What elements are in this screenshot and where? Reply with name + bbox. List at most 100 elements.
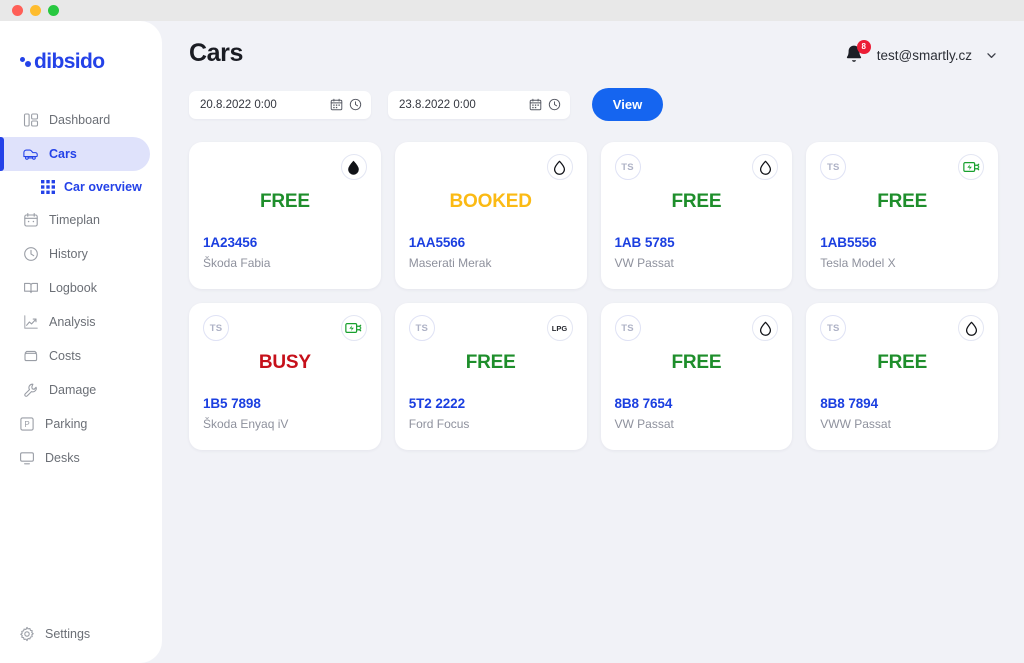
sidebar-item-costs[interactable]: Costs — [0, 339, 150, 373]
user-menu-chevron[interactable] — [985, 49, 998, 62]
notifications-button[interactable]: 8 — [844, 40, 871, 66]
car-card[interactable]: TS FREE 1AB 5785 VW Passat — [600, 142, 793, 289]
sidebar-item-cars[interactable]: Cars — [0, 137, 150, 171]
car-card[interactable]: FREE 1A23456 Škoda Fabia — [189, 142, 381, 289]
avatar[interactable]: TS — [408, 315, 435, 341]
car-plate: 8B8 7894 — [820, 396, 878, 411]
cars-grid: FREE 1A23456 Škoda Fabia BOOKED 1AA5566 Maser… — [189, 142, 998, 450]
view-button[interactable]: View — [592, 88, 663, 121]
date-from-field[interactable]: 20.8.2022 0:00 — [189, 90, 371, 119]
user-area: 8 test@smartly.cz — [844, 39, 998, 66]
car-card[interactable]: TS FREE 1AB5556 Tesla Model X — [806, 142, 998, 289]
clock-icon[interactable] — [548, 98, 561, 111]
status-badge: FREE — [877, 352, 928, 373]
svg-text:P: P — [24, 420, 29, 429]
parking-icon: P — [18, 416, 35, 433]
car-card[interactable]: TS FREE 8B8 7654 VW Passat — [600, 303, 793, 450]
fuel-type-badge[interactable] — [752, 315, 779, 341]
car-card-header: TS — [614, 154, 779, 181]
car-plate: 5T2 2222 — [408, 396, 465, 411]
sidebar-item-analysis[interactable]: Analysis — [0, 305, 150, 339]
sidebar: dibsido Dashboard Cars Car overview Time… — [0, 21, 162, 663]
car-model: Škoda Fabia — [203, 256, 271, 270]
car-plate: 1B5 7898 — [203, 396, 261, 411]
date-to-value[interactable]: 23.8.2022 0:00 — [399, 99, 523, 111]
car-card[interactable]: BOOKED 1AA5566 Maserati Merak — [394, 142, 587, 289]
car-model: Ford Focus — [408, 417, 470, 431]
car-model: VW Passat — [614, 256, 674, 270]
sidebar-nav: Dashboard Cars Car overview Timeplan His… — [0, 103, 162, 475]
fuel-type-badge[interactable] — [958, 315, 984, 341]
drop-filled-icon — [348, 160, 360, 175]
sidebar-item-desks[interactable]: Desks — [0, 441, 150, 475]
logo-text: dibsido — [34, 50, 105, 73]
car-card[interactable]: TS BUSY 1B5 7898 Škoda Enyaq iV — [189, 303, 381, 450]
filter-bar: 20.8.2022 0:00 23.8.2022 0:00 View — [189, 88, 998, 121]
clock-icon — [22, 246, 39, 263]
avatar[interactable]: TS — [614, 154, 641, 180]
fuel-type-badge[interactable] — [752, 154, 779, 180]
electric-icon — [345, 323, 362, 333]
sidebar-item-label: Analysis — [49, 315, 96, 329]
car-plate: 8B8 7654 — [614, 396, 673, 411]
sidebar-item-label: Desks — [45, 451, 80, 465]
fuel-type-badge[interactable] — [958, 154, 984, 180]
status-badge: FREE — [259, 191, 310, 212]
sidebar-item-timeplan[interactable]: Timeplan — [0, 203, 150, 237]
sidebar-item-settings[interactable]: Settings — [0, 617, 150, 651]
app-logo[interactable]: dibsido — [0, 21, 162, 81]
sidebar-item-damage[interactable]: Damage — [0, 373, 150, 407]
sidebar-item-label: Costs — [49, 349, 81, 363]
calendar-icon[interactable] — [330, 98, 343, 111]
grid-icon — [40, 180, 55, 195]
sidebar-item-label: Timeplan — [49, 213, 100, 227]
calendar-icon[interactable] — [529, 98, 542, 111]
sidebar-item-parking[interactable]: P Parking — [0, 407, 150, 441]
car-card[interactable]: TS FREE 8B8 7894 VWW Passat — [806, 303, 998, 450]
car-icon — [22, 146, 39, 163]
car-model: Maserati Merak — [408, 256, 492, 270]
fuel-type-badge[interactable] — [546, 154, 573, 180]
sidebar-item-label: Car overview — [64, 180, 142, 194]
car-card-header: TS — [203, 315, 367, 342]
clock-icon[interactable] — [349, 98, 362, 111]
sidebar-item-car-overview[interactable]: Car overview — [0, 171, 162, 203]
sidebar-item-history[interactable]: History — [0, 237, 150, 271]
car-card-header — [203, 154, 367, 181]
minimize-window-button[interactable] — [30, 5, 41, 16]
fuel-type-badge[interactable]: LPG — [546, 315, 573, 341]
calendar-icon — [22, 212, 39, 229]
notification-badge: 8 — [856, 40, 871, 54]
fuel-type-badge[interactable] — [340, 154, 367, 180]
car-card-header: TS — [820, 315, 984, 342]
avatar[interactable]: TS — [614, 315, 641, 341]
car-card-header: TS LPG — [408, 315, 573, 342]
avatar[interactable]: TS — [203, 315, 229, 341]
fuel-type-badge[interactable] — [340, 315, 367, 341]
date-from-value[interactable]: 20.8.2022 0:00 — [200, 99, 324, 111]
sidebar-item-label: Settings — [45, 627, 91, 641]
drop-icon — [965, 321, 977, 336]
chart-icon — [22, 314, 39, 331]
avatar[interactable]: TS — [820, 154, 847, 180]
close-window-button[interactable] — [12, 5, 23, 16]
status-badge: FREE — [877, 191, 928, 212]
drop-icon — [759, 321, 771, 336]
chevron-down-icon — [987, 52, 996, 58]
car-model: VW Passat — [614, 417, 674, 431]
drop-icon — [553, 160, 566, 175]
zoom-window-button[interactable] — [48, 5, 59, 16]
page-title: Cars — [189, 39, 243, 67]
car-card-header: TS — [614, 315, 779, 342]
sidebar-item-label: Dashboard — [49, 113, 111, 127]
app-window: dibsido Dashboard Cars Car overview Time… — [0, 0, 1024, 663]
monitor-icon — [18, 450, 35, 467]
sidebar-item-dashboard[interactable]: Dashboard — [0, 103, 150, 137]
date-to-field[interactable]: 23.8.2022 0:00 — [388, 90, 570, 119]
avatar[interactable]: TS — [820, 315, 847, 341]
user-email: test@smartly.cz — [876, 47, 972, 63]
car-card[interactable]: TS LPG FREE 5T2 2222 Ford Focus — [394, 303, 587, 450]
logo-mark-icon — [20, 54, 33, 70]
sidebar-item-label: Logbook — [49, 281, 97, 295]
sidebar-item-logbook[interactable]: Logbook — [0, 271, 150, 305]
